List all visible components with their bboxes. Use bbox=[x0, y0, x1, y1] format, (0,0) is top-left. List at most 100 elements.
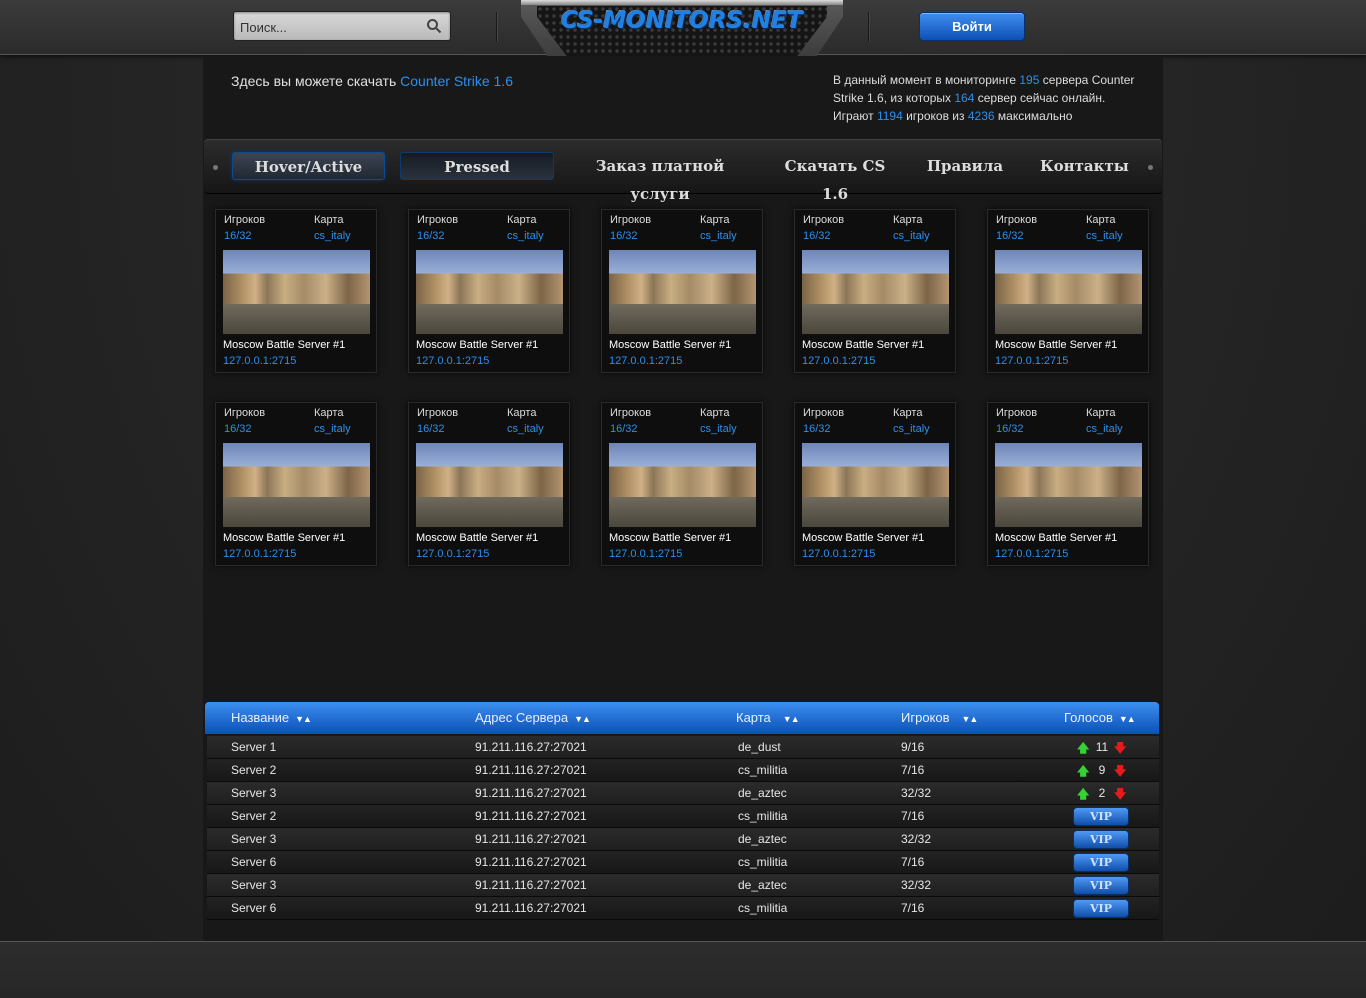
server-card[interactable]: Игроков Карта 16/32 cs_italy Moscow Battle S… bbox=[215, 402, 377, 566]
server-address[interactable]: 127.0.0.1:2715 bbox=[609, 548, 682, 560]
sort-icon[interactable]: ▼▲ bbox=[962, 714, 979, 724]
nav-item-rules[interactable]: Правила bbox=[926, 152, 1004, 180]
server-card[interactable]: Игроков Карта 16/32 cs_italy Moscow Battle S… bbox=[215, 209, 377, 373]
column-label: Адрес Сервера bbox=[475, 710, 569, 725]
nav-bullet-icon bbox=[1148, 165, 1153, 170]
vote-up-icon[interactable]: 🡅 bbox=[1077, 785, 1089, 806]
server-address[interactable]: 127.0.0.1:2715 bbox=[416, 548, 489, 560]
table-row[interactable]: Server 6 91.211.116.27:27021 cs_militia 7/1… bbox=[207, 897, 1159, 920]
cell-address: 91.211.116.27:27021 bbox=[475, 855, 587, 869]
server-card[interactable]: Игроков Карта 16/32 cs_italy Moscow Battle S… bbox=[987, 209, 1149, 373]
table-row[interactable]: Server 1 91.211.116.27:27021 de_dust 9/16 🡅 1… bbox=[207, 736, 1159, 759]
server-card[interactable]: Игроков Карта 16/32 cs_italy Moscow Battle S… bbox=[408, 402, 570, 566]
server-name[interactable]: Moscow Battle Server #1 bbox=[802, 532, 924, 544]
table-row[interactable]: Server 3 91.211.116.27:27021 de_aztec 32/32… bbox=[207, 828, 1159, 851]
map-thumbnail[interactable] bbox=[416, 443, 563, 527]
nav-bullet-icon bbox=[213, 165, 218, 170]
map-label: Карта bbox=[507, 214, 537, 226]
map-thumbnail[interactable] bbox=[416, 250, 563, 334]
table-row[interactable]: Server 6 91.211.116.27:27021 cs_militia 7/1… bbox=[207, 851, 1159, 874]
server-name[interactable]: Moscow Battle Server #1 bbox=[995, 339, 1117, 351]
column-header-votes[interactable]: Голосов ▼▲ bbox=[1064, 710, 1136, 725]
server-address[interactable]: 127.0.0.1:2715 bbox=[416, 355, 489, 367]
server-address[interactable]: 127.0.0.1:2715 bbox=[802, 355, 875, 367]
server-name[interactable]: Moscow Battle Server #1 bbox=[609, 532, 731, 544]
server-address[interactable]: 127.0.0.1:2715 bbox=[802, 548, 875, 560]
search-box[interactable] bbox=[233, 11, 451, 41]
cell-players: 7/16 bbox=[901, 809, 925, 823]
server-name[interactable]: Moscow Battle Server #1 bbox=[802, 339, 924, 351]
vote-up-icon[interactable]: 🡅 bbox=[1077, 739, 1089, 760]
nav-item-hover-active[interactable]: Hover/Active bbox=[232, 152, 385, 180]
cell-name: Server 1 bbox=[231, 740, 277, 754]
players-value: 16/32 bbox=[803, 230, 831, 242]
map-thumbnail[interactable] bbox=[995, 443, 1142, 527]
search-icon[interactable] bbox=[426, 18, 442, 34]
vip-badge[interactable]: VIP bbox=[1073, 807, 1129, 826]
column-header-map[interactable]: Карта ▼▲ bbox=[736, 710, 800, 725]
vip-badge[interactable]: VIP bbox=[1073, 853, 1129, 872]
table-row[interactable]: Server 3 91.211.116.27:27021 de_aztec 32/32… bbox=[207, 782, 1159, 805]
server-name[interactable]: Moscow Battle Server #1 bbox=[416, 339, 538, 351]
stats-text: Играют bbox=[833, 109, 874, 123]
server-card[interactable]: Игроков Карта 16/32 cs_italy Moscow Battle S… bbox=[987, 402, 1149, 566]
map-thumbnail[interactable] bbox=[802, 443, 949, 527]
nav-item-contacts[interactable]: Контакты bbox=[1040, 152, 1129, 180]
logo-text: CS-MONITORS.NET bbox=[561, 8, 803, 34]
server-card[interactable]: Игроков Карта 16/32 cs_italy Moscow Battle S… bbox=[601, 209, 763, 373]
vip-badge[interactable]: VIP bbox=[1073, 830, 1129, 849]
server-address[interactable]: 127.0.0.1:2715 bbox=[223, 355, 296, 367]
cell-name: Server 3 bbox=[231, 878, 277, 892]
vote-up-icon[interactable]: 🡅 bbox=[1077, 762, 1089, 783]
map-thumbnail[interactable] bbox=[995, 250, 1142, 334]
login-button[interactable]: Войти bbox=[919, 12, 1025, 41]
server-name[interactable]: Moscow Battle Server #1 bbox=[223, 532, 345, 544]
sort-icon[interactable]: ▼▲ bbox=[295, 714, 312, 724]
table-row[interactable]: Server 2 91.211.116.27:27021 cs_militia 7/1… bbox=[207, 805, 1159, 828]
sort-icon[interactable]: ▼▲ bbox=[1119, 714, 1136, 724]
map-thumbnail[interactable] bbox=[609, 250, 756, 334]
map-thumbnail[interactable] bbox=[802, 250, 949, 334]
map-value: cs_italy bbox=[1086, 423, 1123, 435]
server-address[interactable]: 127.0.0.1:2715 bbox=[995, 548, 1068, 560]
server-card[interactable]: Игроков Карта 16/32 cs_italy Moscow Battle S… bbox=[794, 209, 956, 373]
server-address[interactable]: 127.0.0.1:2715 bbox=[609, 355, 682, 367]
vote-down-icon[interactable]: 🡇 bbox=[1114, 762, 1126, 783]
server-card[interactable]: Игроков Карта 16/32 cs_italy Moscow Battle S… bbox=[794, 402, 956, 566]
column-header-address[interactable]: Адрес Сервера ▼▲ bbox=[475, 710, 591, 725]
cell-name: Server 6 bbox=[231, 855, 277, 869]
server-address[interactable]: 127.0.0.1:2715 bbox=[223, 548, 296, 560]
column-header-name[interactable]: Название ▼▲ bbox=[231, 710, 312, 725]
server-name[interactable]: Moscow Battle Server #1 bbox=[416, 532, 538, 544]
map-thumbnail[interactable] bbox=[223, 250, 370, 334]
vote-down-icon[interactable]: 🡇 bbox=[1114, 785, 1126, 806]
server-address[interactable]: 127.0.0.1:2715 bbox=[995, 355, 1068, 367]
map-thumbnail[interactable] bbox=[223, 443, 370, 527]
nav-item-pressed[interactable]: Pressed bbox=[400, 152, 554, 180]
map-thumbnail[interactable] bbox=[609, 443, 756, 527]
server-card[interactable]: Игроков Карта 16/32 cs_italy Moscow Battle S… bbox=[601, 402, 763, 566]
vote-down-icon[interactable]: 🡇 bbox=[1114, 739, 1126, 760]
server-card[interactable]: Игроков Карта 16/32 cs_italy Moscow Battle S… bbox=[408, 209, 570, 373]
cell-name: Server 3 bbox=[231, 832, 277, 846]
vip-badge[interactable]: VIP bbox=[1073, 899, 1129, 918]
vip-badge[interactable]: VIP bbox=[1073, 876, 1129, 895]
table-row[interactable]: Server 3 91.211.116.27:27021 de_aztec 32/32… bbox=[207, 874, 1159, 897]
cell-map: de_aztec bbox=[738, 832, 787, 846]
download-link[interactable]: Counter Strike 1.6 bbox=[400, 73, 513, 89]
footer bbox=[0, 941, 1366, 998]
table-row[interactable]: Server 2 91.211.116.27:27021 cs_militia 7/1… bbox=[207, 759, 1159, 782]
sort-icon[interactable]: ▼▲ bbox=[574, 714, 591, 724]
server-name[interactable]: Moscow Battle Server #1 bbox=[223, 339, 345, 351]
search-input[interactable] bbox=[240, 17, 420, 37]
nav-item-order-service[interactable]: Заказ платной услуги bbox=[574, 152, 746, 203]
server-name[interactable]: Moscow Battle Server #1 bbox=[609, 339, 731, 351]
cell-address: 91.211.116.27:27021 bbox=[475, 809, 587, 823]
nav-item-download-cs[interactable]: Скачать CS 1.6 bbox=[776, 152, 894, 203]
sort-icon[interactable]: ▼▲ bbox=[783, 714, 800, 724]
cell-address: 91.211.116.27:27021 bbox=[475, 786, 587, 800]
server-name[interactable]: Moscow Battle Server #1 bbox=[995, 532, 1117, 544]
players-label: Игроков bbox=[417, 407, 459, 419]
map-value: cs_italy bbox=[314, 423, 351, 435]
column-header-players[interactable]: Игроков ▼▲ bbox=[901, 710, 979, 725]
